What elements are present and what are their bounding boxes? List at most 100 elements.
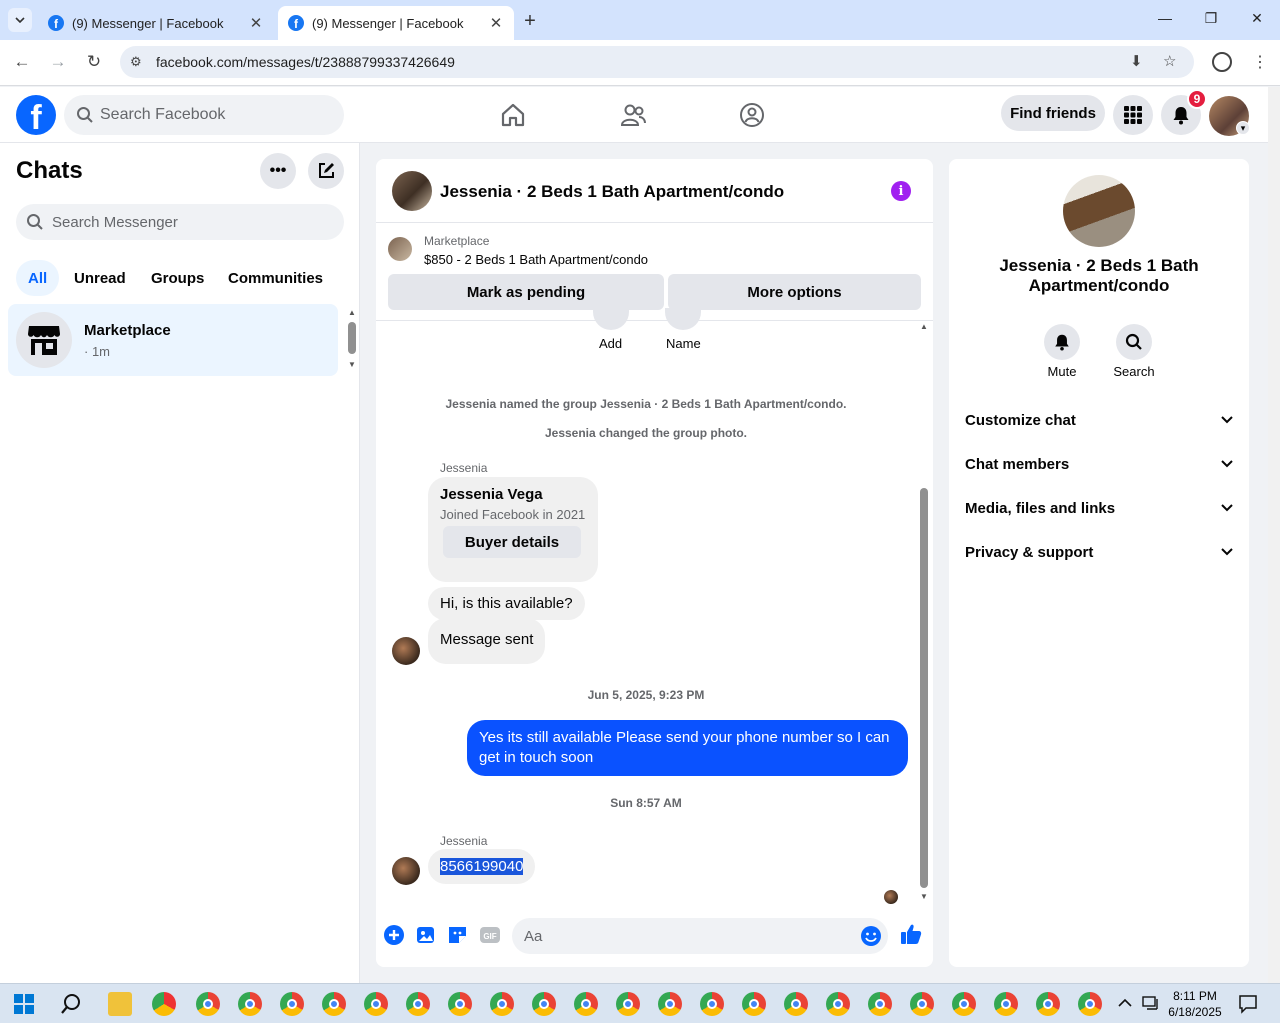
chrome-window-icon[interactable] bbox=[1078, 992, 1102, 1016]
conversation-title[interactable]: Jessenia · 2 Beds 1 Bath Apartment/condo bbox=[440, 182, 784, 202]
new-message-button[interactable] bbox=[308, 153, 344, 189]
facebook-logo-icon[interactable]: f bbox=[16, 95, 56, 135]
close-window-icon[interactable]: ✕ bbox=[1247, 10, 1267, 27]
chrome-window-icon[interactable] bbox=[532, 992, 556, 1016]
filter-unread[interactable]: Unread bbox=[62, 260, 138, 296]
chrome-window-icon[interactable] bbox=[994, 992, 1018, 1016]
group-avatar[interactable] bbox=[392, 171, 432, 211]
chrome-window-icon[interactable] bbox=[364, 992, 388, 1016]
chrome-window-icon[interactable] bbox=[826, 992, 850, 1016]
thumbs-up-icon[interactable] bbox=[899, 922, 923, 946]
chrome-window-icon[interactable] bbox=[658, 992, 682, 1016]
network-icon[interactable] bbox=[1142, 995, 1160, 1011]
install-app-icon[interactable]: ⬇ bbox=[1130, 52, 1143, 70]
site-settings-icon[interactable]: ⚙ bbox=[130, 54, 142, 70]
filter-communities[interactable]: Communities bbox=[216, 260, 335, 296]
gif-icon[interactable]: GIF bbox=[479, 924, 501, 946]
reload-icon[interactable]: ↻ bbox=[83, 52, 105, 72]
scrollbar-thumb[interactable] bbox=[920, 488, 928, 888]
bookmark-star-icon[interactable]: ☆ bbox=[1163, 52, 1176, 70]
menu-grid-button[interactable] bbox=[1113, 95, 1153, 135]
chrome-window-icon[interactable] bbox=[574, 992, 598, 1016]
scrollbar-thumb[interactable] bbox=[348, 322, 356, 354]
add-member-button[interactable] bbox=[593, 308, 629, 330]
phone-number-text[interactable]: 8566199040 bbox=[440, 858, 524, 875]
chat-list-scrollbar[interactable]: ▲ ▼ bbox=[347, 308, 357, 370]
search-conversation-button[interactable]: Search bbox=[1098, 324, 1170, 379]
mute-button[interactable]: Mute bbox=[1026, 324, 1098, 379]
filter-all[interactable]: All bbox=[16, 260, 60, 296]
chat-list-item[interactable]: Marketplace · 1m bbox=[8, 304, 338, 376]
chrome-window-icon[interactable] bbox=[742, 992, 766, 1016]
taskbar-clock[interactable]: 8:11 PM 6/18/2025 bbox=[1160, 988, 1230, 1020]
sticker-icon[interactable] bbox=[447, 924, 469, 946]
sender-avatar[interactable] bbox=[392, 857, 420, 885]
groups-icon[interactable] bbox=[738, 101, 766, 129]
tab-search-button[interactable] bbox=[8, 8, 32, 32]
find-friends-button[interactable]: Find friends bbox=[1001, 95, 1105, 131]
new-tab-button[interactable]: + bbox=[520, 10, 540, 33]
info-icon[interactable]: i bbox=[891, 181, 911, 201]
conversation-scrollbar[interactable]: ▲ ▼ bbox=[917, 322, 931, 902]
mark-as-pending-button[interactable]: Mark as pending bbox=[388, 274, 664, 310]
minimize-icon[interactable]: — bbox=[1155, 10, 1175, 26]
emoji-icon[interactable] bbox=[860, 925, 882, 947]
browser-menu-icon[interactable]: ⋮ bbox=[1252, 52, 1268, 72]
friends-icon[interactable] bbox=[619, 101, 647, 129]
chrome-window-icon[interactable] bbox=[448, 992, 472, 1016]
group-photo[interactable] bbox=[1063, 175, 1135, 247]
windows-start-icon[interactable] bbox=[14, 994, 34, 1014]
plus-circle-icon[interactable] bbox=[383, 924, 405, 946]
customize-chat-row[interactable]: Customize chat bbox=[965, 398, 1233, 442]
taskbar-search-icon[interactable] bbox=[60, 993, 82, 1015]
address-bar[interactable]: ⚙ facebook.com/messages/t/23888799337426… bbox=[120, 46, 1194, 78]
filter-groups[interactable]: Groups bbox=[139, 260, 216, 296]
profile-icon[interactable] bbox=[1212, 52, 1232, 72]
more-options-button[interactable]: More options bbox=[668, 274, 921, 310]
chrome-window-icon[interactable] bbox=[280, 992, 304, 1016]
outgoing-message[interactable]: Yes its still available Please send your… bbox=[467, 720, 908, 776]
chrome-window-icon[interactable] bbox=[616, 992, 640, 1016]
file-explorer-icon[interactable] bbox=[108, 992, 132, 1016]
back-icon[interactable]: ← bbox=[11, 52, 33, 72]
chat-options-button[interactable]: ••• bbox=[260, 153, 296, 189]
close-tab-icon[interactable]: ✕ bbox=[488, 14, 504, 32]
name-group-button[interactable] bbox=[665, 308, 701, 330]
message-input[interactable]: Aa bbox=[512, 918, 888, 954]
chrome-window-icon[interactable] bbox=[238, 992, 262, 1016]
chrome-window-icon[interactable] bbox=[322, 992, 346, 1016]
paint-app-icon[interactable] bbox=[152, 992, 176, 1016]
chrome-window-icon[interactable] bbox=[910, 992, 934, 1016]
incoming-message[interactable]: 8566199040 bbox=[428, 849, 536, 884]
chevron-down-icon[interactable]: ▾ bbox=[1236, 121, 1250, 135]
sender-avatar[interactable] bbox=[392, 637, 420, 665]
restore-icon[interactable]: ❐ bbox=[1201, 10, 1221, 27]
messenger-search-input[interactable]: Search Messenger bbox=[16, 204, 344, 240]
chrome-window-icon[interactable] bbox=[868, 992, 892, 1016]
listing-title[interactable]: $850 - 2 Beds 1 Bath Apartment/condo bbox=[424, 252, 648, 267]
forward-icon[interactable]: → bbox=[47, 52, 69, 72]
browser-tab-1[interactable]: f (9) Messenger | Facebook ✕ bbox=[38, 6, 274, 40]
chrome-window-icon[interactable] bbox=[952, 992, 976, 1016]
media-files-links-row[interactable]: Media, files and links bbox=[965, 486, 1233, 530]
chat-members-row[interactable]: Chat members bbox=[965, 442, 1233, 486]
chrome-window-icon[interactable] bbox=[406, 992, 430, 1016]
chevron-up-icon[interactable] bbox=[1118, 998, 1132, 1008]
browser-tab-2[interactable]: f (9) Messenger | Facebook ✕ bbox=[278, 6, 514, 40]
chrome-window-icon[interactable] bbox=[1036, 992, 1060, 1016]
chrome-window-icon[interactable] bbox=[490, 992, 514, 1016]
incoming-message[interactable]: Message sent bbox=[428, 618, 546, 664]
buyer-details-button[interactable]: Buyer details bbox=[443, 526, 581, 558]
close-tab-icon[interactable]: ✕ bbox=[248, 14, 264, 32]
chrome-window-icon[interactable] bbox=[784, 992, 808, 1016]
home-icon[interactable] bbox=[499, 101, 527, 129]
facebook-search-input[interactable]: Search Facebook bbox=[64, 95, 344, 135]
listing-thumbnail[interactable] bbox=[388, 237, 412, 261]
photo-icon[interactable] bbox=[415, 924, 437, 946]
page-scrollbar[interactable] bbox=[1268, 87, 1280, 983]
incoming-message[interactable]: Hi, is this available? bbox=[428, 587, 585, 620]
notification-center-icon[interactable] bbox=[1238, 994, 1258, 1014]
privacy-support-row[interactable]: Privacy & support bbox=[965, 530, 1233, 574]
chrome-window-icon[interactable] bbox=[196, 992, 220, 1016]
chrome-window-icon[interactable] bbox=[700, 992, 724, 1016]
